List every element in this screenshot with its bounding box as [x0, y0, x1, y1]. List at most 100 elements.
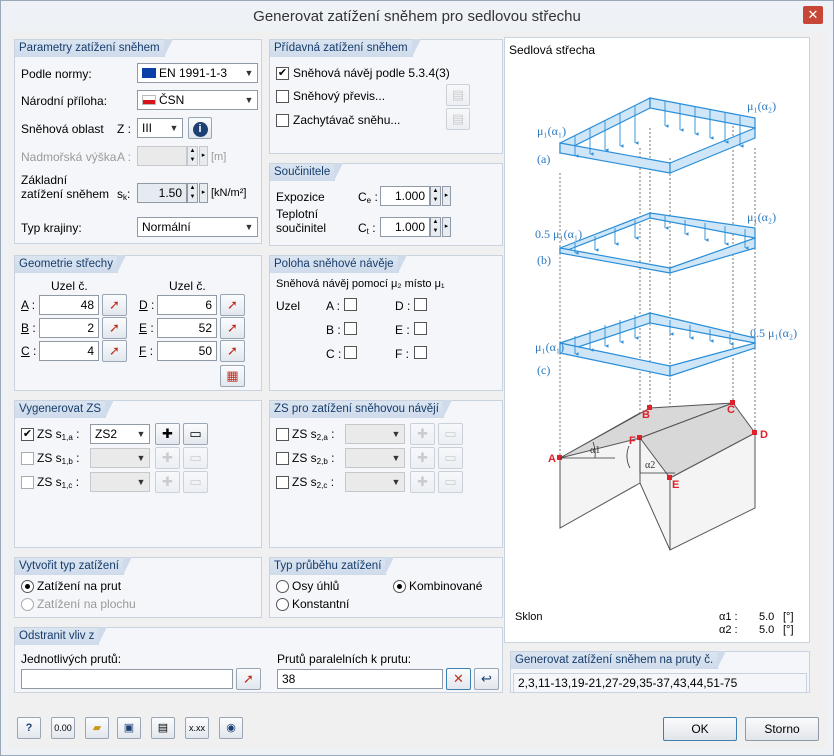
coordinates-button[interactable]: x.xx: [185, 717, 209, 739]
drift-node-e-checkbox[interactable]: [414, 322, 427, 335]
exposure-input[interactable]: 1.000: [380, 186, 430, 206]
parallel-members-clear-button[interactable]: ↩: [474, 668, 499, 690]
units-button[interactable]: 0.00: [51, 717, 75, 739]
drift-node-f-checkbox[interactable]: [414, 346, 427, 359]
node-a-pick-button[interactable]: ➚: [102, 294, 127, 316]
exposure-pick-button[interactable]: ▸: [442, 186, 451, 206]
thermal-pick-button[interactable]: ▸: [442, 217, 451, 237]
base-load-input[interactable]: 1.50: [137, 183, 187, 203]
lc-s1a-select[interactable]: ZS2 ▼: [90, 424, 150, 444]
node-f-pick-button[interactable]: ➚: [220, 340, 245, 362]
drift-node-d-checkbox[interactable]: [414, 298, 427, 311]
info-button[interactable]: i: [188, 117, 212, 139]
node-b-label: B :: [21, 321, 36, 335]
lc-s2a-new-button[interactable]: ✚: [410, 423, 435, 445]
parallel-members-pick-button[interactable]: ✕: [446, 668, 471, 690]
pick-all-nodes-button[interactable]: ▦: [220, 365, 245, 387]
node-f-input[interactable]: 50: [157, 341, 217, 361]
lc-s2c-select[interactable]: ▼: [345, 472, 405, 492]
node-e-input[interactable]: 52: [157, 318, 217, 338]
lc-s1b-new-button[interactable]: ✚: [155, 447, 180, 469]
parallel-members-input[interactable]: 38: [277, 669, 443, 689]
thermal-symbol-sub: t: [366, 227, 369, 236]
thermal-input[interactable]: 1.000: [380, 217, 430, 237]
lc-s2b-edit-button[interactable]: ▭: [438, 447, 463, 469]
lc-s1b-select[interactable]: ▼: [90, 448, 150, 468]
thermal-spinner[interactable]: ▲ ▼: [430, 217, 441, 237]
lc-s1a-label-sub: 1,a: [61, 433, 73, 442]
open-button[interactable]: ▰: [85, 717, 109, 739]
node-a-input[interactable]: 48: [39, 295, 99, 315]
details-button[interactable]: ▤: [151, 717, 175, 739]
lc-s1c-edit-button[interactable]: ▭: [183, 471, 208, 493]
base-load-unit: [kN/m²]: [211, 187, 247, 199]
lc-s1b-edit-button[interactable]: ▭: [183, 447, 208, 469]
drift-node-a-checkbox[interactable]: [344, 298, 357, 311]
lc-s1c-checkbox[interactable]: [21, 476, 34, 489]
node-b-input[interactable]: 2: [39, 318, 99, 338]
load-on-member-radio[interactable]: [21, 580, 34, 593]
node-f-colon: :: [149, 344, 154, 358]
terrain-select[interactable]: Normální ▼: [137, 217, 258, 237]
single-members-pick-button[interactable]: ➚: [236, 668, 261, 690]
snow-guard-details-button[interactable]: ▤: [446, 108, 470, 130]
node-e-pick-button[interactable]: ➚: [220, 317, 245, 339]
base-load-spinner[interactable]: ▲ ▼: [187, 183, 198, 203]
lc-s1a-new-button[interactable]: ✚: [155, 423, 180, 445]
node-d-input[interactable]: 6: [157, 295, 217, 315]
combined-radio[interactable]: [393, 580, 406, 593]
combined-label: Kombinované: [409, 579, 483, 593]
lc-s2a-checkbox[interactable]: [276, 428, 289, 441]
node-c-pick-button[interactable]: ➚: [102, 340, 127, 362]
lc-s2b-checkbox[interactable]: [276, 452, 289, 465]
node-b-pick-button[interactable]: ➚: [102, 317, 127, 339]
angle-axes-radio[interactable]: [276, 580, 289, 593]
node-e-colon: :: [150, 321, 154, 335]
load-on-surface-radio[interactable]: [21, 598, 34, 611]
group-additional-loads: Přídavná zatížení sněhem ✔ Sněhová návěj…: [269, 39, 503, 154]
base-load-pick-button[interactable]: ▸: [199, 183, 208, 203]
view-button[interactable]: ◉: [219, 717, 243, 739]
lc-s2c-edit-button[interactable]: ▭: [438, 471, 463, 493]
chevron-down-icon: ▼: [391, 429, 401, 439]
exposure-spinner[interactable]: ▲ ▼: [430, 186, 441, 206]
label-mu1-a1-c: μ₁(α₁): [535, 340, 564, 354]
ok-button[interactable]: OK: [663, 717, 737, 741]
norm-select[interactable]: EN 1991-1-3 ▼: [137, 63, 258, 83]
constant-radio[interactable]: [276, 598, 289, 611]
lc-s1a-edit-button[interactable]: ▭: [183, 423, 208, 445]
annex-select[interactable]: ČSN ▼: [137, 90, 258, 110]
lc-s2b-select[interactable]: ▼: [345, 448, 405, 468]
lc-s2a-edit-button[interactable]: ▭: [438, 423, 463, 445]
lc-s1b-checkbox[interactable]: [21, 452, 34, 465]
drift-node-c-checkbox[interactable]: [344, 346, 357, 359]
drift-node-label: Uzel: [276, 299, 301, 313]
help-button[interactable]: ?: [17, 717, 41, 739]
lc-s1a-checkbox[interactable]: ✔: [21, 428, 34, 441]
close-button[interactable]: ✕: [803, 6, 823, 24]
drift-checkbox[interactable]: ✔: [276, 67, 289, 80]
drift-node-b-checkbox[interactable]: [344, 322, 357, 335]
node-d-label: D :: [139, 298, 154, 312]
lc-s2c-checkbox[interactable]: [276, 476, 289, 489]
overhang-checkbox[interactable]: [276, 90, 289, 103]
altitude-pick-button[interactable]: ▸: [199, 146, 208, 166]
lc-s2b-new-button[interactable]: ✚: [410, 447, 435, 469]
lc-s2a-select[interactable]: ▼: [345, 424, 405, 444]
save-button[interactable]: ▣: [117, 717, 141, 739]
load-on-member-label: Zatížení na prut: [37, 579, 122, 593]
lc-s1c-new-button[interactable]: ✚: [155, 471, 180, 493]
altitude-input[interactable]: [137, 146, 187, 166]
snow-guard-checkbox[interactable]: [276, 114, 289, 127]
lc-s1c-select[interactable]: ▼: [90, 472, 150, 492]
drift-description: Sněhová návěj pomocí μ₂ místo μ₁: [276, 278, 445, 290]
single-members-input[interactable]: [21, 669, 233, 689]
zone-select[interactable]: III ▼: [137, 118, 183, 138]
node-c-input[interactable]: 4: [39, 341, 99, 361]
lc-s2c-new-button[interactable]: ✚: [410, 471, 435, 493]
altitude-spinner[interactable]: ▲ ▼: [187, 146, 198, 166]
node-d-pick-button[interactable]: ➚: [220, 294, 245, 316]
cancel-button[interactable]: Storno: [745, 717, 819, 741]
overhang-details-button[interactable]: ▤: [446, 84, 470, 106]
group-header: Typ průběhu zatížení: [270, 557, 395, 575]
